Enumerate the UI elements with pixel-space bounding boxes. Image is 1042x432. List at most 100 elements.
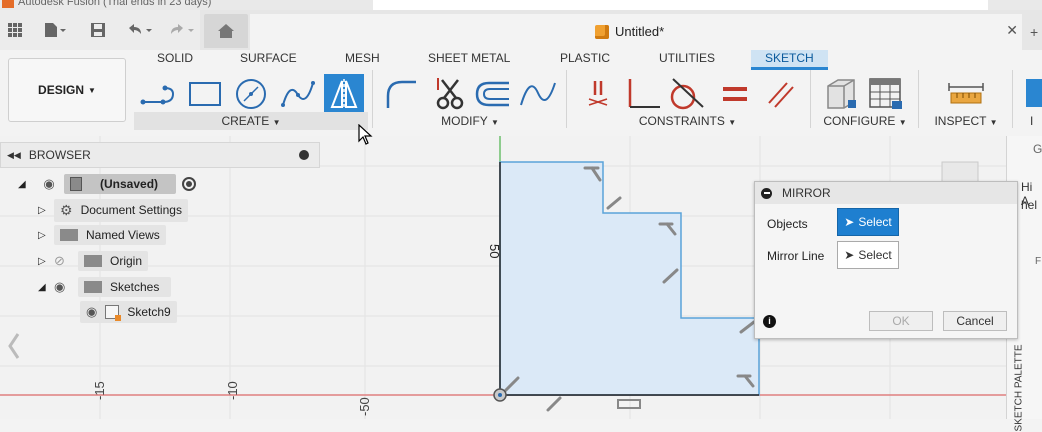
fusion-logo-icon — [2, 0, 14, 8]
expand-arrow-icon[interactable]: ▷ — [38, 205, 54, 216]
pin-icon[interactable] — [299, 150, 309, 160]
collapse-arrow-icon[interactable]: ◢ — [18, 179, 34, 190]
objects-label: Objects — [767, 217, 808, 231]
sketch-icon — [105, 305, 122, 321]
collapse-arrow-icon[interactable]: ◢ — [38, 282, 54, 293]
tangent-icon[interactable] — [666, 74, 706, 114]
tab-solid[interactable]: SOLID — [157, 50, 193, 70]
document-icon — [70, 177, 82, 191]
tab-utilities[interactable]: UTILITIES — [659, 50, 715, 70]
save-icon[interactable] — [88, 18, 108, 42]
side-f-label: F — [1035, 256, 1042, 267]
file-menu-icon[interactable] — [40, 18, 70, 42]
mirror-icon[interactable] — [324, 74, 364, 114]
modify-group-label: MODIFY — [441, 114, 488, 128]
browser-item-sketches[interactable]: ◢ ◉ Sketches — [38, 276, 172, 298]
create-menu[interactable]: CREATE ▼ — [134, 112, 368, 130]
coincident-icon[interactable] — [578, 74, 618, 114]
browser-item-origin[interactable]: ▷ ⊘ Origin — [38, 250, 149, 272]
collapse-dialog-icon[interactable] — [761, 187, 772, 199]
document-cube-icon — [595, 24, 609, 39]
cursor-arrow-icon: ➤ — [844, 215, 855, 229]
quick-access-toolbar — [0, 10, 200, 50]
browser-item-document-settings[interactable]: ▷ ⚙ Document Settings — [38, 198, 188, 222]
chevron-down-icon: ▼ — [728, 118, 737, 127]
info-icon[interactable]: i — [763, 315, 776, 328]
objects-select-button[interactable]: ➤ Select — [837, 208, 899, 236]
browser-item-sketch9[interactable]: ◉ Sketch9 — [80, 301, 177, 323]
offset-icon[interactable] — [473, 74, 513, 114]
grid-menu-icon[interactable] — [6, 18, 24, 42]
table-icon[interactable] — [866, 74, 906, 114]
sketch9-box: ◉ Sketch9 — [80, 301, 177, 323]
right-tab-label[interactable]: G — [1033, 142, 1042, 156]
eye-icon[interactable]: ◉ — [54, 279, 72, 295]
chevron-down-icon: ▼ — [989, 118, 998, 127]
chevron-down-icon: ▼ — [272, 118, 281, 127]
chevron-down-icon: ▼ — [898, 118, 907, 127]
app-title: Autodesk Fusion (Trial ends in 23 days) — [18, 0, 212, 8]
cancel-button[interactable]: Cancel — [943, 311, 1007, 331]
dimension-label[interactable]: 50 — [487, 244, 502, 258]
insert-icon[interactable] — [1020, 74, 1042, 114]
configure-cube-icon[interactable] — [822, 74, 862, 114]
sketches-label: Sketches — [110, 280, 160, 294]
eye-icon[interactable]: ◉ — [40, 176, 58, 191]
collapse-panel-icon[interactable]: ◀◀ — [7, 150, 21, 161]
eye-hidden-icon[interactable]: ⊘ — [54, 253, 72, 269]
workspace-label: DESIGN — [38, 83, 85, 97]
line-icon[interactable] — [138, 74, 178, 114]
measure-icon[interactable] — [946, 74, 986, 114]
add-tab-icon[interactable]: + — [1030, 24, 1038, 40]
top-bar: Untitled* ✕ + — [0, 10, 1042, 50]
chevron-down-icon: ▼ — [490, 118, 499, 127]
sketch-palette-tab[interactable]: SKETCH PALETTE — [1014, 344, 1025, 431]
named-views-box: Named Views — [54, 225, 166, 245]
fillet-icon[interactable] — [380, 74, 420, 114]
rectangle-icon[interactable] — [185, 74, 225, 114]
circle-icon[interactable] — [231, 74, 271, 114]
tab-surface[interactable]: SURFACE — [240, 50, 297, 70]
insert-group-label[interactable]: I — [1030, 112, 1042, 130]
home-icon[interactable] — [204, 14, 248, 48]
browser-item-named-views[interactable]: ▷ Named Views — [38, 224, 166, 246]
tab-sketch[interactable]: SKETCH — [751, 50, 828, 70]
expand-arrow-icon[interactable]: ▷ — [38, 256, 54, 267]
axis-label: -10 — [225, 381, 240, 400]
folder-icon — [84, 281, 102, 293]
mirror-line-select-button[interactable]: ➤ Select — [837, 241, 899, 269]
mirror-line-select-label: Select — [858, 248, 892, 262]
expand-arrow-icon[interactable]: ▷ — [38, 230, 54, 241]
close-tab-icon[interactable]: ✕ — [1006, 22, 1018, 39]
workspace-switcher[interactable]: DESIGN ▼ — [8, 58, 126, 122]
spline-icon[interactable] — [278, 74, 318, 114]
activate-radio-icon[interactable] — [182, 177, 197, 191]
configure-menu[interactable]: CONFIGURE ▼ — [818, 112, 912, 130]
constraints-group-label: CONSTRAINTS — [638, 114, 725, 128]
tab-mesh[interactable]: MESH — [345, 50, 380, 70]
folder-icon — [60, 229, 78, 241]
redo-icon[interactable] — [164, 18, 198, 42]
curve-icon[interactable] — [518, 74, 558, 114]
undo-icon[interactable] — [122, 18, 156, 42]
browser-item-root[interactable]: ◢ ◉ (Unsaved) — [18, 173, 197, 195]
constraints-menu[interactable]: CONSTRAINTS ▼ — [630, 112, 745, 130]
toolbar-ribbon: SOLID SURFACE MESH SHEET METAL PLASTIC U… — [0, 50, 1042, 136]
trim-icon[interactable] — [430, 74, 470, 114]
axis-label: -50 — [357, 397, 372, 416]
perpendicular-icon[interactable] — [622, 74, 662, 114]
parallel-icon[interactable] — [760, 74, 800, 114]
document-tab[interactable]: Untitled* ✕ — [250, 14, 1022, 50]
cursor-arrow-icon: ➤ — [844, 248, 855, 262]
ok-button[interactable]: OK — [869, 311, 933, 331]
mirror-dialog-title: MIRROR — [782, 186, 831, 200]
modify-menu[interactable]: MODIFY ▼ — [420, 112, 520, 130]
ribbon-separator — [566, 70, 567, 128]
eye-icon[interactable]: ◉ — [86, 304, 97, 320]
inspect-menu[interactable]: INSPECT ▼ — [930, 112, 1002, 130]
root-item-label: (Unsaved) — [100, 177, 159, 191]
equal-icon[interactable] — [715, 74, 755, 114]
mirror-line-label: Mirror Line — [767, 249, 825, 263]
tab-plastic[interactable]: PLASTIC — [560, 50, 610, 70]
tab-sheet-metal[interactable]: SHEET METAL — [428, 50, 510, 70]
